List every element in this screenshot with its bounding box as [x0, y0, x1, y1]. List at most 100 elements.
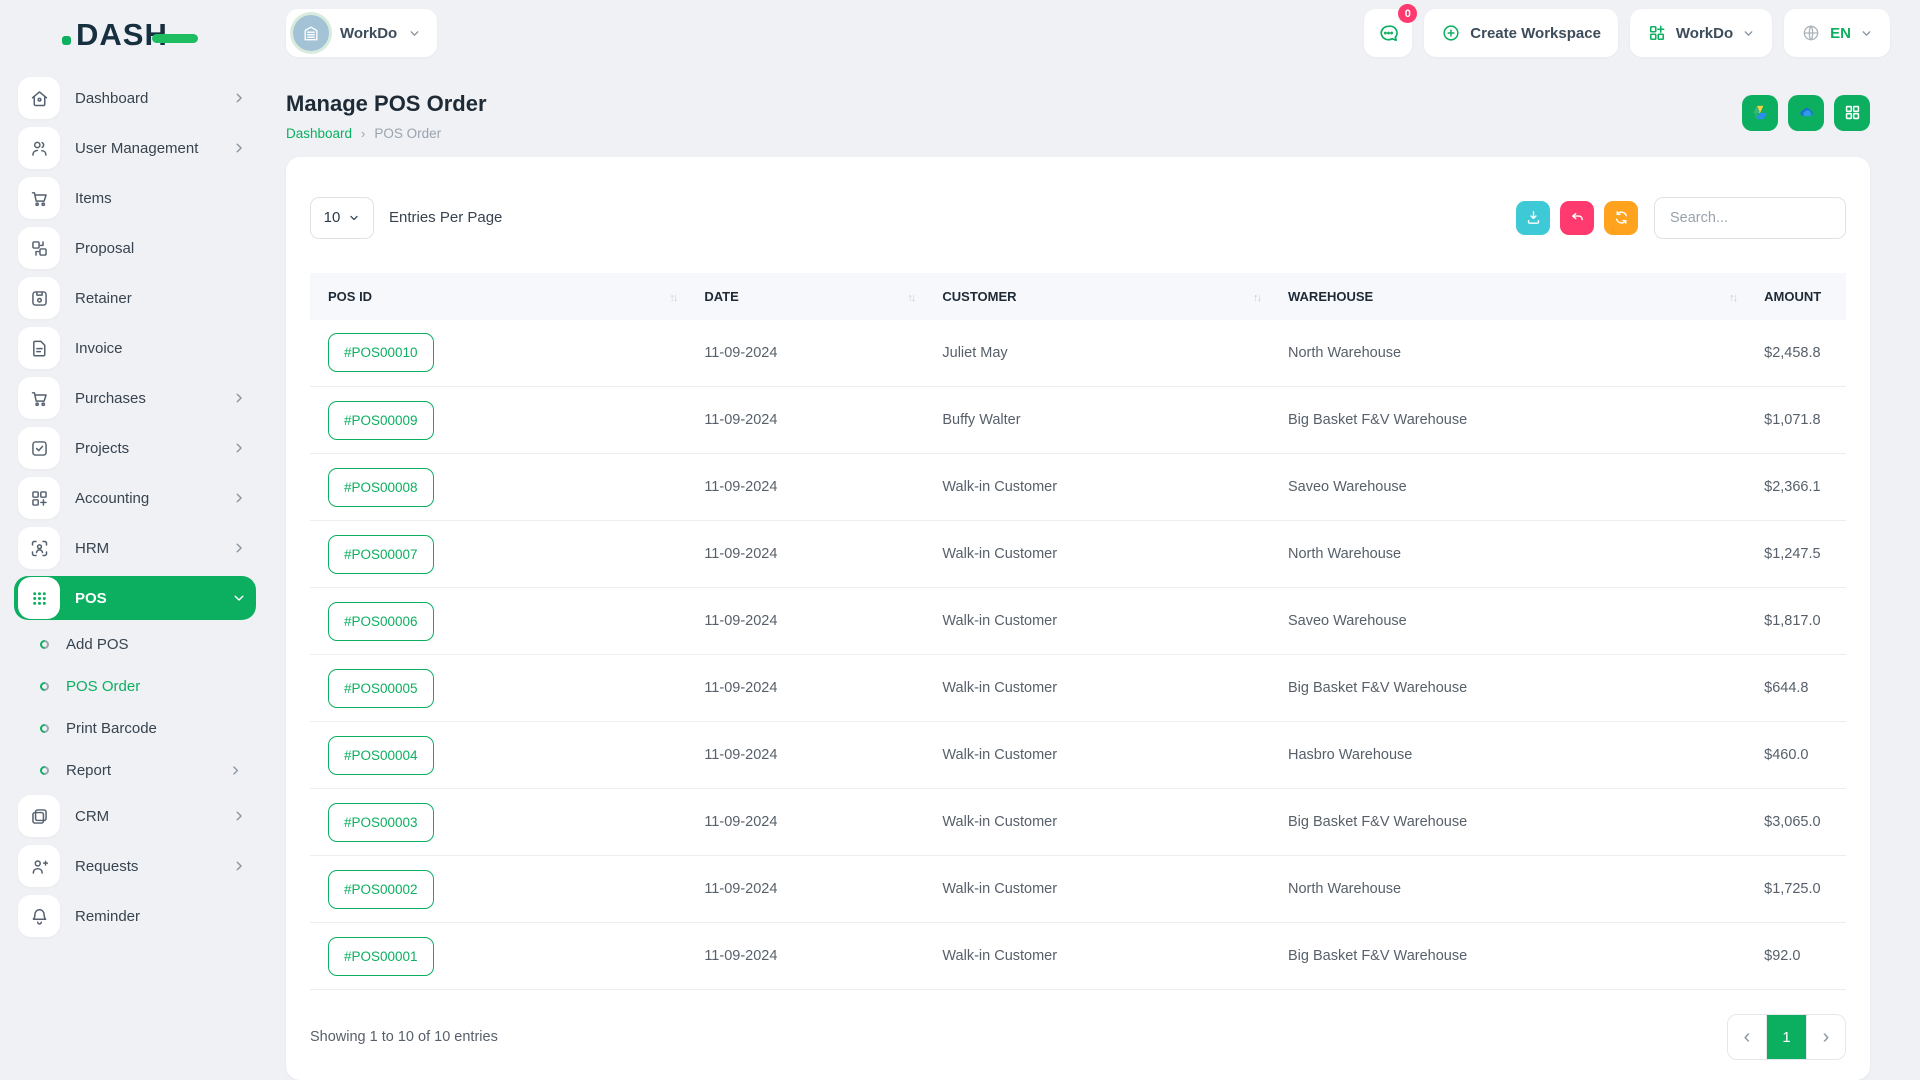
sidebar-item-accounting[interactable]: Accounting [14, 476, 256, 520]
reset-button[interactable] [1560, 201, 1594, 235]
sidebar-item-requests[interactable]: Requests [14, 844, 256, 888]
sidebar-subitem-add-pos[interactable]: Add POS [14, 626, 256, 662]
download-icon [1525, 209, 1542, 226]
pagination-next-button[interactable]: › [1806, 1015, 1845, 1059]
chevron-down-icon [1742, 27, 1755, 40]
date-cell: 11-09-2024 [686, 655, 924, 722]
main-area: WorkDo 0 Create Workspace WorkDo [270, 0, 1920, 1080]
chevron-right-icon [232, 91, 246, 105]
table-row: #POS0000811-09-2024Walk-in CustomerSaveo… [310, 454, 1846, 521]
sidebar-item-label: Purchases [75, 390, 232, 407]
pos-id-link[interactable]: #POS00001 [328, 937, 434, 976]
grid-view-button[interactable] [1834, 95, 1870, 131]
pagination-prev-button[interactable]: ‹ [1728, 1015, 1767, 1059]
column-header-date[interactable]: DATE ↑↓ [686, 273, 924, 320]
breadcrumb-dashboard-link[interactable]: Dashboard [286, 126, 352, 141]
app-root: DASH Dashboard User Management Items Propos… [0, 0, 1920, 1080]
breadcrumb-separator-icon: › [361, 126, 365, 141]
date-cell: 11-09-2024 [686, 521, 924, 588]
sidebar-item-proposal[interactable]: Proposal [14, 226, 256, 270]
sidebar-subitem-report[interactable]: Report [14, 752, 256, 788]
create-workspace-button[interactable]: Create Workspace [1424, 9, 1618, 57]
workdo-menu-label: WorkDo [1676, 25, 1733, 42]
date-cell: 11-09-2024 [686, 588, 924, 655]
workspace-avatar [293, 15, 329, 51]
workdo-menu-button[interactable]: WorkDo [1630, 9, 1772, 57]
column-header-pos-id[interactable]: POS ID↑↓ [310, 273, 686, 320]
export-button[interactable] [1516, 201, 1550, 235]
sidebar-item-items[interactable]: Items [14, 176, 256, 220]
sidebar-item-label: HRM [75, 540, 232, 557]
chevron-down-icon [348, 212, 360, 224]
pos-id-link[interactable]: #POS00006 [328, 602, 434, 641]
search-input[interactable] [1654, 197, 1846, 239]
entries-per-page-select[interactable]: 10 [310, 197, 374, 239]
column-label: DATE [704, 289, 738, 304]
amount-cell: $1,725.0 [1746, 856, 1846, 923]
sidebar-item-projects[interactable]: Projects [14, 426, 256, 470]
google-drive-button[interactable] [1742, 95, 1778, 131]
pos-id-link[interactable]: #POS00005 [328, 669, 434, 708]
workspace-switcher[interactable]: WorkDo [286, 9, 437, 57]
messages-button[interactable]: 0 [1364, 9, 1412, 57]
sort-icon[interactable]: ↑↓ [669, 289, 676, 304]
date-cell: 11-09-2024 [686, 923, 924, 990]
sidebar-item-dashboard[interactable]: Dashboard [14, 76, 256, 120]
sort-icon[interactable]: ↑↓ [1253, 289, 1260, 304]
sidebar-item-label: Invoice [75, 340, 246, 357]
users-icon [18, 127, 60, 169]
cart-icon [18, 177, 60, 219]
customer-cell: Walk-in Customer [924, 923, 1270, 990]
sort-icon[interactable]: ↑↓ [907, 289, 914, 304]
sidebar-subitem-label: POS Order [66, 678, 242, 695]
sidebar-subitem-print-barcode[interactable]: Print Barcode [14, 710, 256, 746]
chevron-down-icon [1860, 27, 1873, 40]
amount-cell: $3,065.0 [1746, 789, 1846, 856]
sidebar-item-retainer[interactable]: Retainer [14, 276, 256, 320]
table-row: #POS0000911-09-2024Buffy WalterBig Baske… [310, 387, 1846, 454]
pos-id-link[interactable]: #POS00004 [328, 736, 434, 775]
warehouse-cell: North Warehouse [1270, 521, 1746, 588]
pos-id-link[interactable]: #POS00003 [328, 803, 434, 842]
sidebar-item-invoice[interactable]: Invoice [14, 326, 256, 370]
sidebar-item-pos[interactable]: POS [14, 576, 256, 620]
user-plus-icon [18, 845, 60, 887]
column-header-customer[interactable]: CUSTOMER↑↓ [924, 273, 1270, 320]
pagination-page-1[interactable]: 1 [1767, 1015, 1806, 1059]
pos-order-card: 10 Entries Per Page [286, 157, 1870, 1080]
column-header-amount: AMOUNT [1746, 273, 1846, 320]
sidebar-item-purchases[interactable]: Purchases [14, 376, 256, 420]
table-row: #POS00007 11-09-2024Walk-in CustomerNorth… [310, 521, 1846, 588]
pos-id-link[interactable]: #POS00007 [328, 535, 434, 574]
bullet-icon [38, 764, 51, 777]
refresh-button[interactable] [1604, 201, 1638, 235]
language-selector[interactable]: EN [1784, 9, 1890, 57]
sort-icon[interactable]: ↑↓ [1729, 289, 1736, 304]
onedrive-button[interactable] [1788, 95, 1824, 131]
sidebar-item-hrm[interactable]: HRM [14, 526, 256, 570]
customer-cell: Walk-in Customer [924, 521, 1270, 588]
chevron-right-icon [232, 491, 246, 505]
pos-orders-table: POS ID↑↓DATE↑↓CUSTOMER↑↓WAREHOUSE↑↓AMOUN… [310, 273, 1846, 991]
warehouse-cell: Big Basket F&V Warehouse [1270, 387, 1746, 454]
sidebar-item-reminder[interactable]: Reminder [14, 894, 256, 938]
pagination: ‹ 1 › [1727, 1014, 1846, 1060]
topbar-actions: 0 Create Workspace WorkDo EN [1364, 9, 1890, 57]
sidebar-item-label: Retainer [75, 290, 246, 307]
refresh-icon [1613, 209, 1630, 226]
column-header-warehouse[interactable]: WAREHOUSE↑↓ [1270, 273, 1746, 320]
amount-cell: $1,071.8 [1746, 387, 1846, 454]
sidebar-subitem-label: Report [66, 762, 229, 779]
sidebar-item-user-management[interactable]: User Management [14, 126, 256, 170]
chevron-down-icon [408, 27, 421, 40]
pos-id-link[interactable]: #POS00002 [328, 870, 434, 909]
pos-id-link[interactable]: #POS00010 [328, 333, 434, 372]
pos-id-link[interactable]: #POS00008 [328, 468, 434, 507]
amount-cell: $92.0 [1746, 923, 1846, 990]
sidebar-item-crm[interactable]: CRM [14, 794, 256, 838]
sidebar-item-label: CRM [75, 808, 232, 825]
brand-logo[interactable]: DASH [0, 0, 270, 70]
sidebar-subitem-pos-order[interactable]: POS Order [14, 668, 256, 704]
pos-id-link[interactable]: #POS00009 [328, 401, 434, 440]
chevron-right-icon [232, 541, 246, 555]
